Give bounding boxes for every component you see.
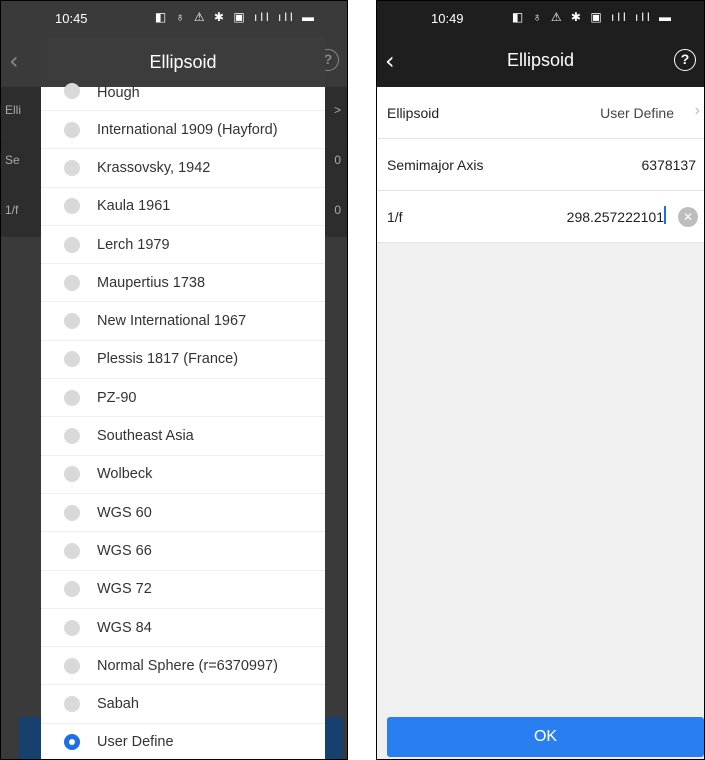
ellipsoid-option-label: Wolbeck bbox=[97, 466, 153, 483]
ellipsoid-label: Ellipsoid bbox=[387, 105, 440, 121]
ellipsoid-option[interactable]: Krassovsky, 1942 bbox=[41, 149, 325, 188]
page-title: Ellipsoid bbox=[506, 50, 575, 70]
chevron-right-icon: › bbox=[694, 102, 700, 119]
radio-unchecked-icon[interactable] bbox=[64, 313, 80, 330]
flattening-label: 1/f bbox=[387, 209, 403, 225]
app-bar: ‹ Ellipsoid ? bbox=[377, 37, 704, 87]
ellipsoid-option-label: Hough bbox=[97, 85, 140, 101]
ellipsoid-option[interactable]: Sabah bbox=[41, 685, 325, 724]
radio-unchecked-icon[interactable] bbox=[64, 159, 80, 176]
ellipsoid-option-label: WGS 72 bbox=[97, 581, 152, 598]
bg-row-value: > bbox=[333, 103, 341, 117]
ellipsoid-option[interactable]: International 1909 (Hayford) bbox=[41, 111, 325, 150]
radio-unchecked-icon[interactable] bbox=[64, 121, 80, 138]
radio-unchecked-icon[interactable] bbox=[64, 428, 80, 445]
radio-unchecked-icon[interactable] bbox=[64, 236, 80, 253]
radio-unchecked-icon[interactable] bbox=[64, 581, 80, 598]
ellipsoid-option[interactable]: Southeast Asia bbox=[41, 417, 325, 456]
ellipsoid-option-label: Krassovsky, 1942 bbox=[97, 159, 211, 176]
ellipsoid-option[interactable]: Normal Sphere (r=6370997) bbox=[41, 647, 325, 686]
left-screen: 10:45 ◧ ♁ ⚠ ✱ ▣ ıll ıll ▬ ‹ ? Elli > Se … bbox=[0, 0, 348, 760]
ellipsoid-option[interactable]: WGS 60 bbox=[41, 494, 325, 533]
ellipsoid-option-label: Lerch 1979 bbox=[97, 236, 170, 253]
ellipsoid-option-label: Sabah bbox=[97, 696, 139, 713]
semimajor-axis-value[interactable]: 6378137 bbox=[641, 157, 696, 173]
ellipsoid-option-label: PZ-90 bbox=[97, 389, 137, 406]
dialog-title: Ellipsoid bbox=[41, 37, 325, 87]
semimajor-axis-row[interactable]: Semimajor Axis 6378137 bbox=[377, 139, 704, 191]
status-icons: ◧ ♁ ⚠ ✱ ▣ ıll ıll ▬ bbox=[154, 10, 317, 24]
radio-unchecked-icon[interactable] bbox=[64, 389, 80, 406]
bg-row-value: 0 bbox=[334, 153, 341, 167]
bg-row-label: Se bbox=[5, 153, 20, 167]
ellipsoid-option-label: New International 1967 bbox=[97, 313, 247, 330]
bg-row-label: 1/f bbox=[5, 203, 19, 217]
ellipsoid-option[interactable]: Wolbeck bbox=[41, 456, 325, 494]
ellipsoid-option-label: Plessis 1817 (France) bbox=[97, 351, 239, 368]
status-time: 10:45 bbox=[55, 11, 88, 26]
ellipsoid-option-label: Kaula 1961 bbox=[97, 198, 171, 215]
status-time: 10:49 bbox=[431, 11, 464, 26]
flattening-input[interactable]: 298.257222101 bbox=[567, 209, 664, 225]
status-bar: 10:49 ◧ ♁ ⚠ ✱ ▣ ıll ıll ▬ bbox=[377, 1, 704, 37]
clear-icon[interactable]: ✕ bbox=[678, 207, 698, 227]
radio-unchecked-icon[interactable] bbox=[64, 198, 80, 215]
ellipsoid-option[interactable]: New International 1967 bbox=[41, 302, 325, 341]
ellipsoid-option[interactable]: PZ-90 bbox=[41, 379, 325, 418]
radio-unchecked-icon[interactable] bbox=[64, 466, 80, 483]
bg-row-label: Elli bbox=[5, 103, 22, 117]
help-icon[interactable]: ? bbox=[674, 49, 696, 71]
status-bar: 10:45 ◧ ♁ ⚠ ✱ ▣ ıll ıll ▬ bbox=[1, 1, 347, 37]
ellipsoid-option-label: Normal Sphere (r=6370997) bbox=[97, 657, 278, 674]
ellipsoid-option[interactable]: Kaula 1961 bbox=[41, 188, 325, 226]
ellipsoid-option-label: User Define bbox=[97, 734, 174, 751]
radio-unchecked-icon[interactable] bbox=[64, 274, 80, 291]
ellipsoid-value: User Define bbox=[600, 105, 674, 121]
radio-unchecked-icon[interactable] bbox=[64, 696, 80, 713]
ellipsoid-option-label: Maupertius 1738 bbox=[97, 274, 206, 291]
ellipsoid-option[interactable]: Maupertius 1738 bbox=[41, 264, 325, 303]
radio-unchecked-icon[interactable] bbox=[64, 619, 80, 636]
ellipsoid-option-label: WGS 60 bbox=[97, 504, 152, 521]
ellipsoid-option[interactable]: WGS 66 bbox=[41, 532, 325, 571]
bg-row-value: 0 bbox=[334, 203, 341, 217]
radio-unchecked-icon[interactable] bbox=[64, 504, 80, 521]
radio-unchecked-icon[interactable] bbox=[64, 351, 80, 368]
ok-button[interactable]: OK bbox=[387, 717, 704, 757]
ellipsoid-option-label: WGS 84 bbox=[97, 619, 152, 636]
ellipsoid-option[interactable]: User Define bbox=[41, 724, 325, 759]
status-icons: ◧ ♁ ⚠ ✱ ▣ ıll ıll ▬ bbox=[511, 10, 674, 24]
ellipsoid-option-label: WGS 66 bbox=[97, 542, 152, 559]
ellipsoid-option[interactable]: Plessis 1817 (France) bbox=[41, 341, 325, 380]
ellipsoid-option[interactable]: WGS 84 bbox=[41, 609, 325, 648]
ellipsoid-option-label: International 1909 (Hayford) bbox=[97, 121, 278, 138]
radio-unchecked-icon[interactable] bbox=[64, 657, 80, 674]
semimajor-axis-label: Semimajor Axis bbox=[387, 157, 484, 173]
right-screen: 10:49 ◧ ♁ ⚠ ✱ ▣ ıll ıll ▬ ‹ Ellipsoid ? … bbox=[376, 0, 705, 760]
ellipsoid-dialog: Ellipsoid Hough International 1909 (Hayfo… bbox=[41, 37, 325, 759]
ellipsoid-option[interactable]: WGS 72 bbox=[41, 571, 325, 609]
radio-checked-icon[interactable] bbox=[64, 734, 80, 751]
ellipsoid-row[interactable]: Ellipsoid User Define › bbox=[377, 87, 704, 139]
flattening-row: 1/f 298.257222101 ✕ bbox=[377, 191, 704, 243]
radio-unchecked-icon[interactable] bbox=[64, 542, 80, 559]
ellipsoid-option[interactable]: Lerch 1979 bbox=[41, 226, 325, 265]
ellipsoid-options-list[interactable]: Hough International 1909 (Hayford) Krassov… bbox=[41, 83, 325, 759]
text-caret bbox=[664, 206, 666, 224]
radio-unchecked-icon[interactable] bbox=[64, 83, 80, 99]
ellipsoid-option[interactable]: Hough bbox=[41, 83, 325, 111]
ellipsoid-option-label: Southeast Asia bbox=[97, 428, 194, 445]
back-arrow-icon[interactable]: ‹ bbox=[9, 47, 19, 75]
